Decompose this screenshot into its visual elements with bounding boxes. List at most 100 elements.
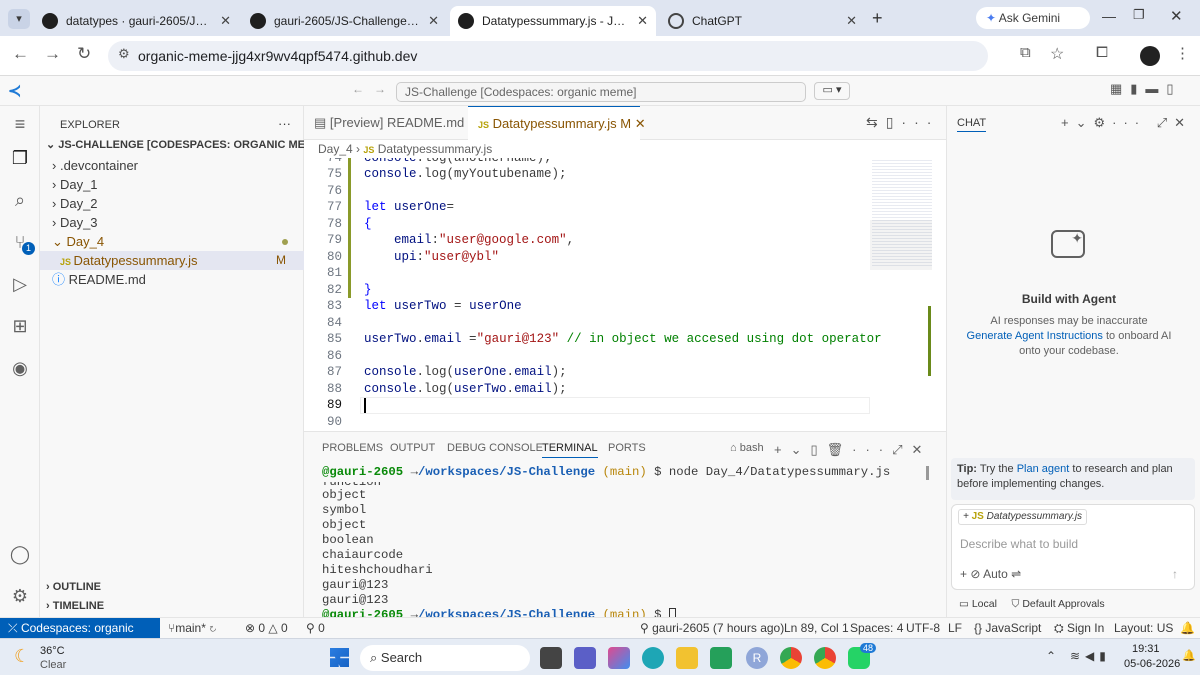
close-tab-icon[interactable]: ✕ — [220, 13, 231, 29]
forward-icon[interactable]: → — [44, 44, 61, 64]
panel-tab-problems[interactable]: PROBLEMS — [322, 442, 383, 454]
github-icon[interactable]: ◉ — [8, 356, 32, 380]
sign-in[interactable]: ⛭ Sign In — [1054, 621, 1104, 636]
manage-gear-icon[interactable]: ⚙ — [8, 584, 32, 608]
chat-actions[interactable]: +⌄⚙··· ⤢✕ — [1061, 115, 1192, 131]
chat-input-box[interactable]: + JS Datatypessummary.js Describe what t… — [951, 504, 1195, 590]
menu-icon[interactable]: ≡ — [8, 112, 32, 136]
browser-tab[interactable]: datatypes · gauri-2605/JS-Challeng ✕ — [34, 6, 239, 36]
r-app-icon[interactable]: R — [746, 647, 768, 669]
tab-datatypessummary[interactable]: JS Datatypessummary.js M ✕ — [468, 106, 646, 140]
task-view-icon[interactable] — [540, 647, 562, 669]
weather-widget[interactable]: ☾ 36°C Clear — [10, 643, 100, 673]
chrome-icon[interactable] — [780, 647, 802, 669]
restore-button[interactable]: ❐ — [1133, 7, 1145, 23]
mode-selector[interactable]: Auto — [983, 567, 1008, 581]
chrome-profile-icon[interactable] — [814, 647, 836, 669]
meet-icon[interactable] — [710, 647, 732, 669]
language-mode[interactable]: {} JavaScript — [974, 621, 1041, 635]
add-icon[interactable]: + — [960, 567, 967, 581]
command-center[interactable]: JS-Challenge [Codespaces: organic meme] — [396, 82, 806, 102]
panel-tab-ports[interactable]: PORTS — [608, 442, 646, 454]
panel-tab-debug-console[interactable]: DEBUG CONSOLE — [447, 442, 543, 454]
nav-forward-icon[interactable]: → — [374, 82, 386, 96]
taskbar-search[interactable]: ⌕ Search — [360, 645, 530, 671]
blame-indicator[interactable]: ⚲ gauri-2605 (7 hours ago) — [640, 621, 784, 635]
run-debug-icon[interactable]: ▷ — [8, 272, 32, 296]
code-area[interactable]: 74 75 76 77 78 79 80 81 82 83 84 85 86 8… — [304, 158, 946, 431]
tree-file[interactable]: ⓘ README.md — [52, 270, 316, 289]
outline-section[interactable]: › OUTLINE — [46, 578, 310, 597]
tree-folder-open[interactable]: ⌄ Day_4 — [52, 232, 316, 251]
copilot-icon[interactable] — [608, 647, 630, 669]
system-tray-icons[interactable]: ≋◀▮ — [1070, 649, 1111, 663]
tree-folder[interactable]: › Day_1 — [52, 175, 316, 194]
close-tab-icon[interactable]: ✕ — [846, 13, 857, 29]
bookmark-star-icon[interactable]: ☆ — [1050, 44, 1064, 64]
breadcrumb-folder[interactable]: Day_4 — [318, 142, 353, 156]
encoding[interactable]: UTF-8 — [906, 621, 940, 635]
ask-gemini-button[interactable]: ✦ Ask Gemini — [976, 7, 1090, 29]
panel-actions[interactable]: +⌄▯🗑···⤢✕ — [774, 442, 931, 458]
extensions-icon[interactable]: ⊞ — [8, 314, 32, 338]
terminal-scrollbar[interactable] — [926, 466, 929, 480]
close-window-button[interactable]: ✕ — [1170, 7, 1183, 25]
breadcrumb-file[interactable]: Datatypessummary.js — [378, 142, 492, 156]
extensions-icon[interactable]: ⧠ — [1096, 44, 1108, 61]
local-selector[interactable]: ▭ Local — [959, 598, 997, 610]
tree-file-selected[interactable]: JS Datatypessummary.js M — [40, 251, 304, 270]
reload-icon[interactable]: ↻ — [77, 44, 91, 64]
plan-agent-link[interactable]: Plan agent — [1017, 463, 1070, 475]
panel-tab-output[interactable]: OUTPUT — [390, 442, 435, 454]
clock-date[interactable]: 05-06-2026 — [1124, 658, 1180, 670]
eol[interactable]: LF — [948, 621, 962, 635]
chat-tools[interactable]: + ⊘ Auto ⇌ — [960, 567, 1021, 581]
teams-icon[interactable] — [574, 647, 596, 669]
close-tab-icon[interactable]: ✕ — [428, 13, 439, 29]
sync-icon[interactable]: ↻ — [209, 621, 216, 635]
tools-icon[interactable]: ⊘ — [970, 567, 980, 581]
back-icon[interactable]: ← — [12, 44, 29, 64]
generate-instructions-link[interactable]: Generate Agent Instructions — [967, 330, 1103, 342]
site-info-icon[interactable]: ⚙ — [118, 46, 130, 62]
notifications-bell-icon[interactable]: 🔔 — [1180, 621, 1195, 635]
profile-avatar[interactable] — [1140, 46, 1160, 66]
tree-folder[interactable]: › Day_3 — [52, 213, 316, 232]
tree-folder[interactable]: › .devcontainer — [52, 156, 316, 175]
timeline-section[interactable]: › TIMELINE — [46, 597, 310, 616]
explorer-icon[interactable]: ❐ — [8, 146, 32, 170]
browser-tab[interactable]: gauri-2605/JS-Challenge: This is re ✕ — [242, 6, 447, 36]
minimize-button[interactable]: — — [1102, 8, 1116, 24]
close-tab-icon[interactable]: ✕ — [637, 13, 648, 29]
keyboard-layout[interactable]: Layout: US — [1114, 621, 1173, 635]
chat-input[interactable]: Describe what to build — [960, 537, 1078, 551]
accounts-icon[interactable]: ◯ — [8, 542, 32, 566]
problems-indicator[interactable]: ⊗ 0 △ 0 — [245, 621, 288, 635]
source-control-icon[interactable]: ⑂ 1 — [8, 230, 35, 255]
search-icon[interactable]: ⌕ — [8, 188, 32, 212]
context-file-chip[interactable]: + JS Datatypessummary.js — [958, 509, 1088, 525]
branch-indicator[interactable]: ⑂main* ↻ — [168, 621, 216, 635]
panel-tab-terminal[interactable]: TERMINAL — [542, 442, 598, 458]
editor-actions[interactable]: ⇆▯··· — [866, 114, 939, 131]
browser-tab[interactable]: ChatGPT ✕ — [660, 6, 865, 36]
tray-chevron-icon[interactable]: ⌃ — [1046, 649, 1056, 663]
notification-bell-icon[interactable]: 🔔 — [1182, 649, 1196, 662]
send-icon[interactable]: ↑ — [1172, 567, 1178, 581]
file-explorer-icon[interactable] — [676, 647, 698, 669]
tree-folder[interactable]: › Day_2 — [52, 194, 316, 213]
start-button[interactable] — [330, 648, 349, 667]
new-tab-button[interactable]: + — [872, 8, 883, 29]
minimap-slider[interactable] — [870, 220, 932, 270]
tab-search-button[interactable]: ▾ — [8, 9, 30, 29]
terminal-shell-selector[interactable]: ⌂ bash — [730, 442, 764, 454]
edge-icon[interactable] — [642, 647, 664, 669]
remote-indicator[interactable]: ⤫ Codespaces: organic meme — [0, 618, 160, 655]
address-bar[interactable]: ⚙ organic-meme-jjg4xr9wv4qpf5474.github.… — [108, 41, 988, 71]
settings-sliders-icon[interactable]: ⇌ — [1011, 567, 1021, 581]
approvals-selector[interactable]: ⛉ Default Approvals — [1012, 598, 1105, 610]
browser-menu-icon[interactable]: ⋮ — [1175, 44, 1190, 62]
layout-controls[interactable]: ▦▮▬▯ — [1110, 81, 1182, 97]
chat-tab[interactable]: CHAT — [957, 117, 987, 132]
tab-readme-preview[interactable]: ▤ [Preview] README.md — [304, 106, 468, 140]
